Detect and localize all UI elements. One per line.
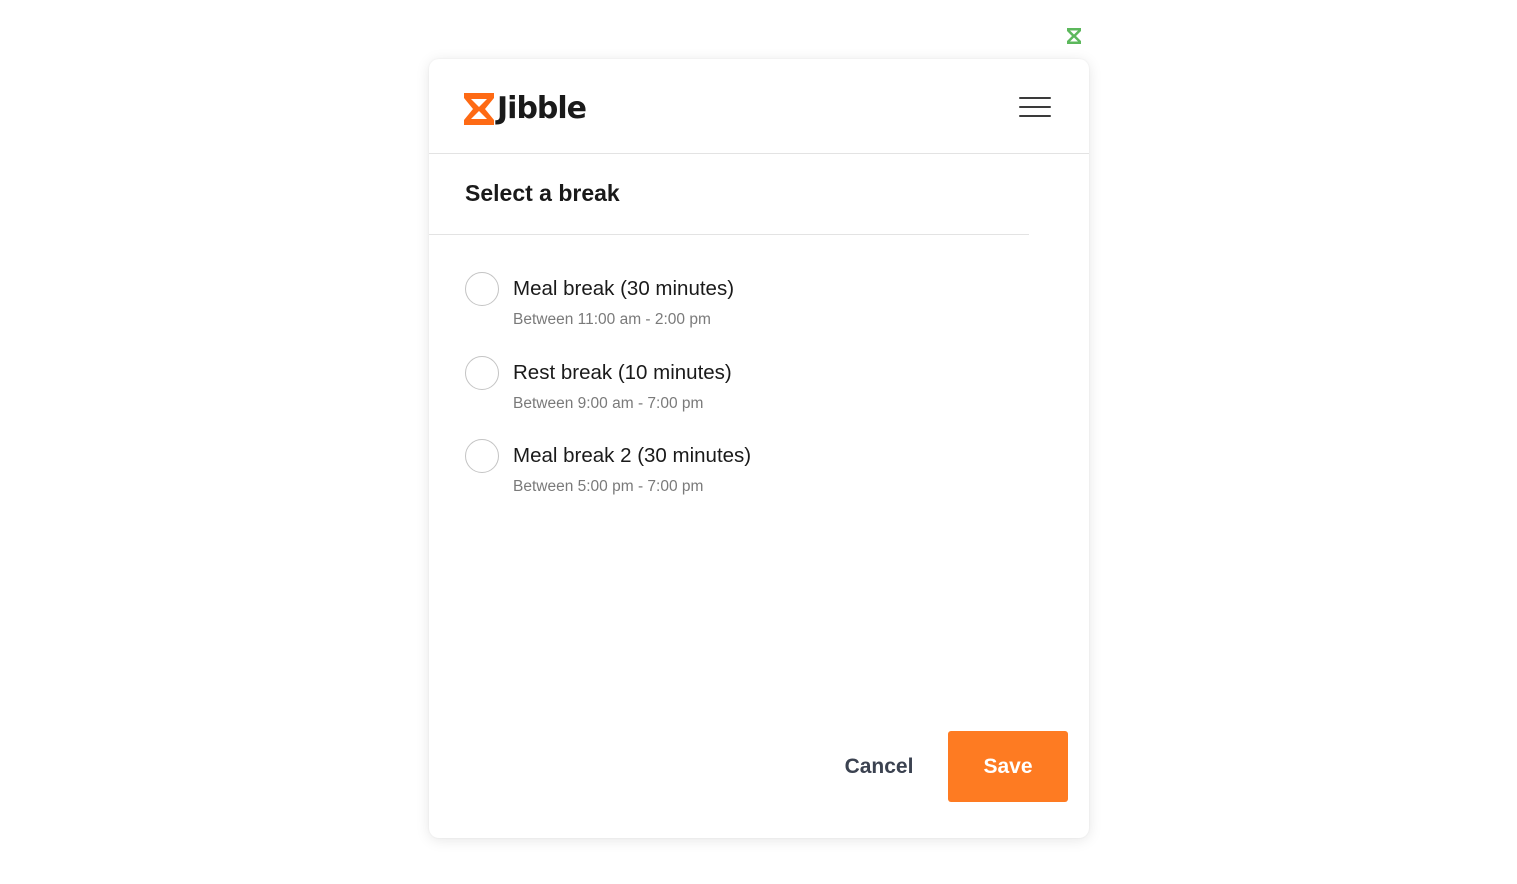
brand-name: Jibble [497, 91, 587, 126]
break-option-label: Rest break (10 minutes) [513, 360, 732, 384]
jibble-logo: Jibble [464, 91, 587, 126]
cancel-button[interactable]: Cancel [827, 731, 931, 803]
break-option-rest[interactable]: Rest break (10 minutes) Between 9:00 am … [465, 355, 1025, 440]
dialog-title-bar: Select a break [429, 154, 1029, 235]
break-options-list: Meal break (30 minutes) Between 11:00 am… [465, 272, 1025, 523]
radio-button[interactable] [465, 439, 499, 473]
panel-header: Jibble [429, 59, 1089, 154]
break-option-window: Between 9:00 am - 7:00 pm [513, 394, 704, 412]
break-option-meal[interactable]: Meal break (30 minutes) Between 11:00 am… [465, 272, 1025, 356]
break-selection-panel: Jibble Select a break Meal break (30 min… [429, 59, 1089, 838]
save-button[interactable]: Save [948, 731, 1068, 802]
radio-button[interactable] [465, 355, 499, 390]
break-option-label: Meal break 2 (30 minutes) [513, 444, 752, 467]
break-option-label: Meal break (30 minutes) [513, 277, 735, 300]
dialog-title: Select a break [465, 180, 620, 206]
extension-hourglass-icon[interactable] [1064, 26, 1084, 46]
break-option-window: Between 5:00 pm - 7:00 pm [513, 478, 704, 495]
break-option-window: Between 11:00 am - 2:00 pm [513, 311, 711, 328]
jibble-logo-icon [464, 93, 494, 125]
hamburger-menu-icon[interactable] [1017, 95, 1053, 119]
break-option-meal-2[interactable]: Meal break 2 (30 minutes) Between 5:00 p… [465, 439, 1025, 523]
radio-button[interactable] [465, 272, 499, 306]
